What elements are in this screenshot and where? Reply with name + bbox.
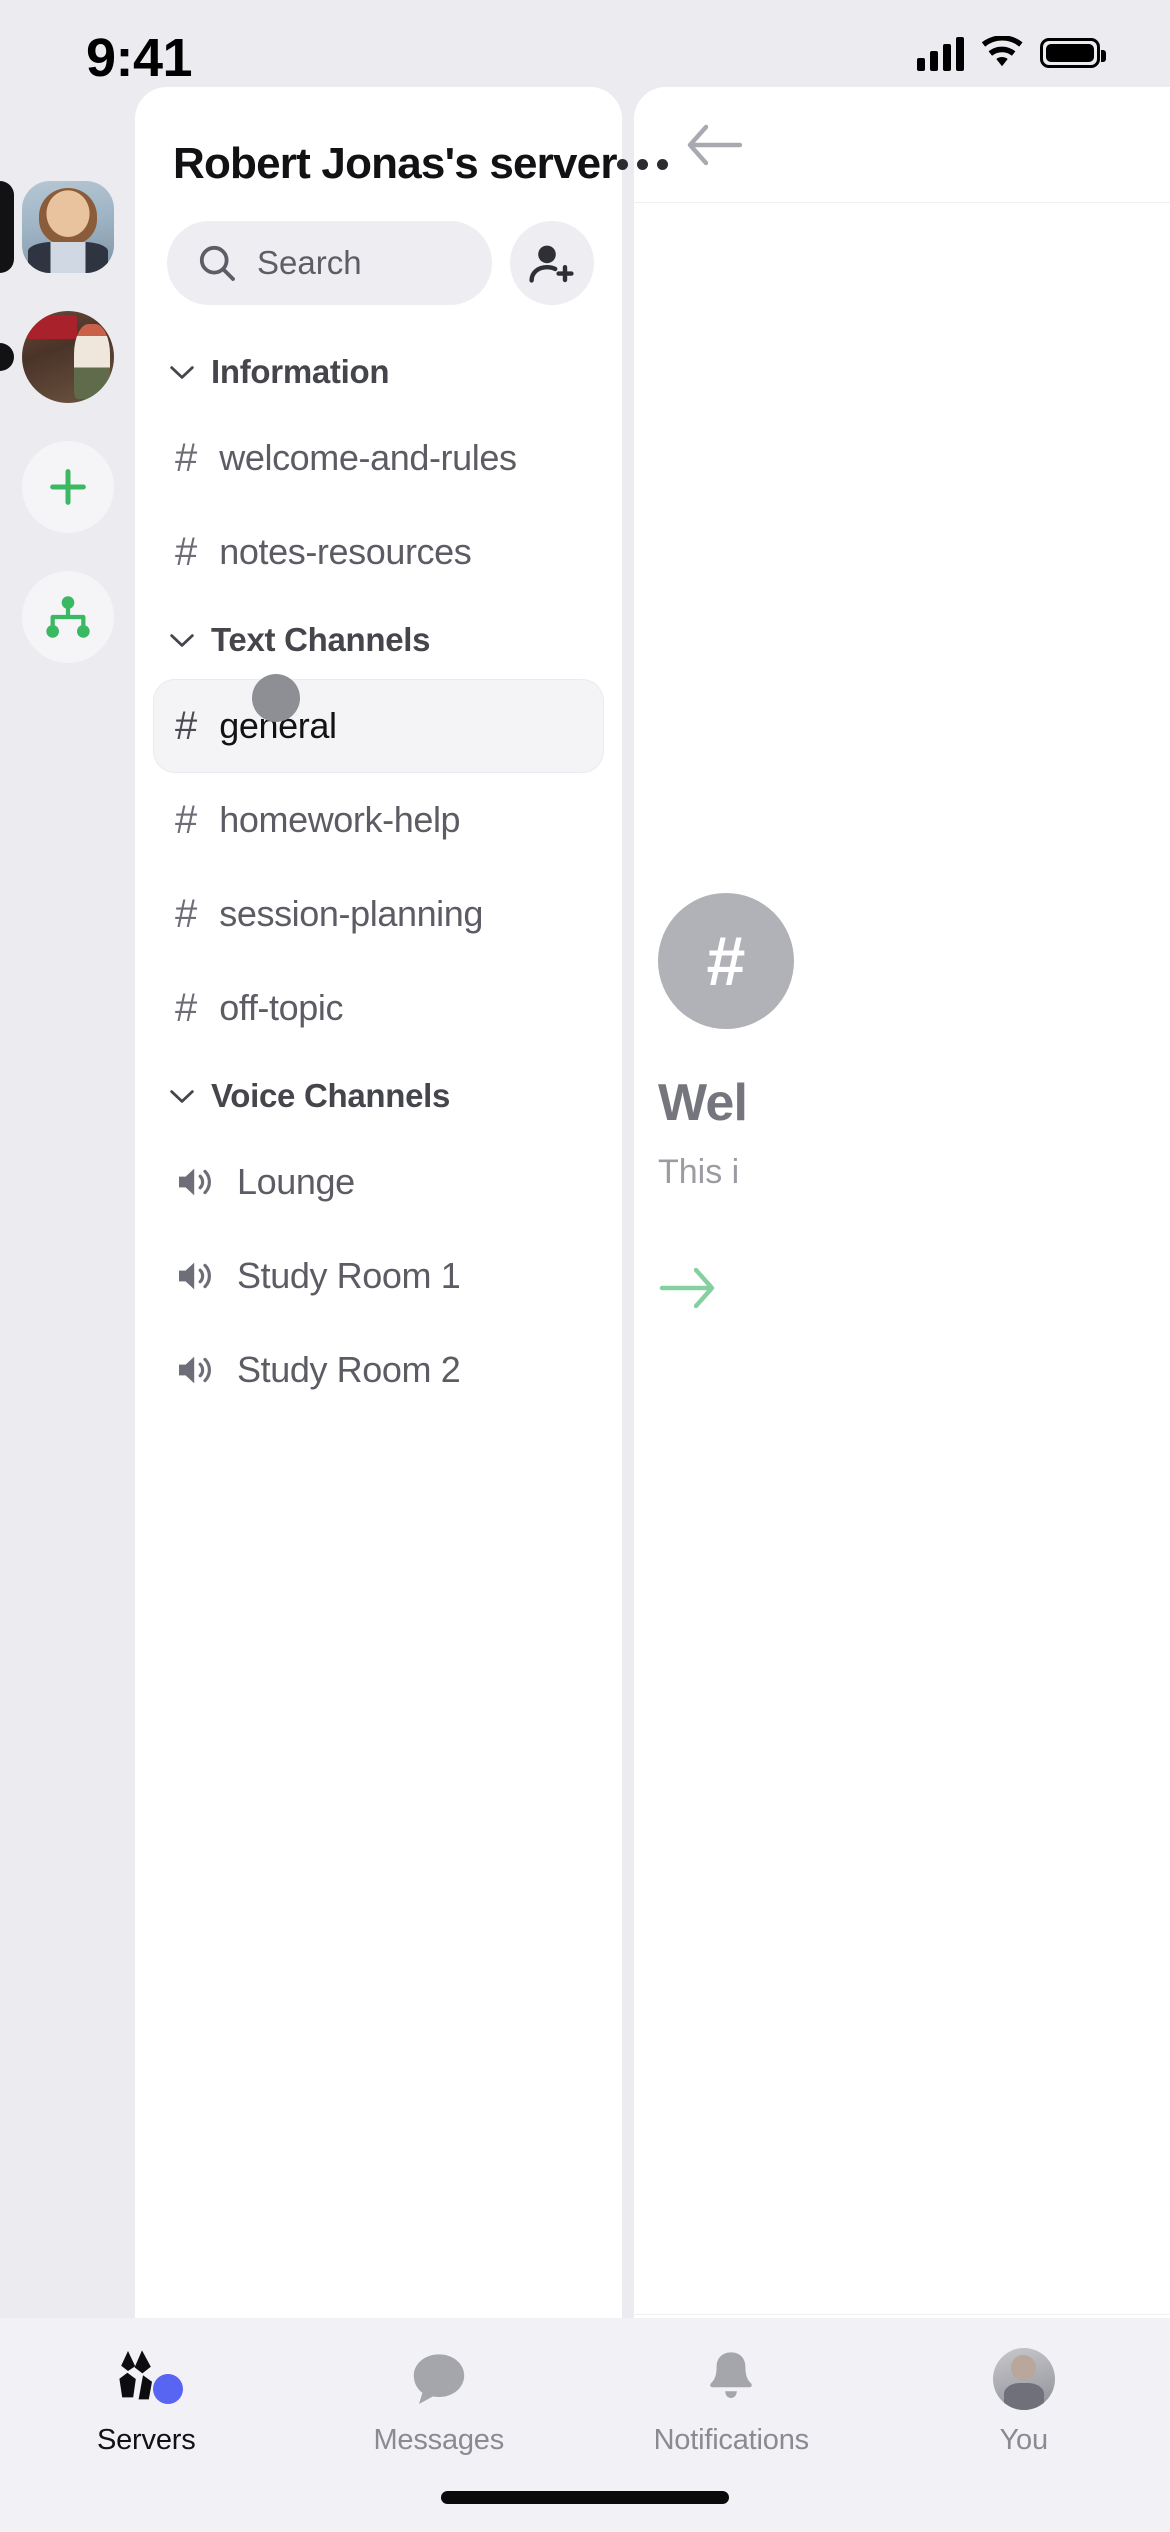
hash-icon: # xyxy=(175,530,198,574)
hash-icon: # xyxy=(175,892,198,936)
tab-servers[interactable]: Servers xyxy=(0,2336,293,2457)
tab-label: Servers xyxy=(96,2424,196,2456)
channel-name: homework-help xyxy=(219,799,461,840)
channel-name: welcome-and-rules xyxy=(219,437,517,478)
tab-icon xyxy=(113,2336,184,2410)
channel-preview-panel: # Wel This i xyxy=(634,87,1170,2418)
chevron-down-icon xyxy=(170,1089,194,1103)
avatar xyxy=(22,311,114,403)
hash-icon: # xyxy=(658,893,794,1029)
hash-icon: # xyxy=(175,704,198,748)
bottom-tab-bar: Servers Messages Notifications You xyxy=(0,2318,1170,2532)
tab-you[interactable]: You xyxy=(878,2336,1170,2457)
channel-category-header[interactable]: Voice Channels xyxy=(135,1055,622,1135)
hash-icon: # xyxy=(175,986,198,1030)
add-server-button[interactable] xyxy=(0,422,135,552)
channel-item-off-topic[interactable]: # off-topic xyxy=(153,961,604,1055)
tab-messages[interactable]: Messages xyxy=(293,2336,586,2457)
unread-server-indicator xyxy=(0,343,14,371)
channel-category-header[interactable]: Text Channels xyxy=(135,599,622,679)
message-bubble-icon xyxy=(413,2354,464,2404)
channel-category-header[interactable]: Information xyxy=(135,331,622,411)
channel-item-study-room-1[interactable]: Study Room 1 xyxy=(153,1229,604,1323)
hierarchy-tree-icon xyxy=(46,596,90,638)
search-row: Search xyxy=(135,189,622,305)
tab-label: You xyxy=(999,2424,1049,2456)
tab-notifications[interactable]: Notifications xyxy=(585,2336,878,2457)
channel-category-label: Voice Channels xyxy=(211,1077,451,1114)
chevron-down-icon xyxy=(170,365,194,379)
channel-item-lounge[interactable]: Lounge xyxy=(153,1135,604,1229)
battery-full-icon xyxy=(1040,38,1106,68)
search-icon xyxy=(199,245,235,281)
tab-icon xyxy=(408,2336,470,2410)
channel-item-homework-help[interactable]: # homework-help xyxy=(153,773,604,867)
arrow-right-icon xyxy=(659,1267,715,1309)
sidebar-item-server-1[interactable] xyxy=(0,162,135,292)
active-server-indicator xyxy=(0,181,14,273)
profile-avatar-icon xyxy=(992,2348,1055,2410)
phone-screen: 9:41 # Wel This i Robert Jonas's server … xyxy=(0,0,1170,2532)
status-indicators xyxy=(917,35,1106,71)
add-person-button[interactable] xyxy=(510,221,594,305)
tab-icon xyxy=(992,2336,1055,2410)
peek-title: Wel xyxy=(658,1074,748,1132)
hash-glyph: # xyxy=(706,922,746,1000)
plus-icon xyxy=(50,469,86,505)
channel-name: Lounge xyxy=(237,1161,355,1202)
peek-subtitle: This i xyxy=(658,1153,740,1191)
channel-name: session-planning xyxy=(219,893,484,934)
search-input[interactable]: Search xyxy=(167,221,492,305)
peek-header xyxy=(634,87,1170,203)
channel-item-notes-resources[interactable]: # notes-resources xyxy=(153,505,604,599)
channel-item-welcome-and-rules[interactable]: # welcome-and-rules xyxy=(153,411,604,505)
channel-name: off-topic xyxy=(219,987,344,1028)
wifi-icon xyxy=(981,36,1023,67)
speaker-icon xyxy=(179,1168,211,1196)
search-placeholder: Search xyxy=(257,244,362,281)
tab-icon xyxy=(702,2336,760,2410)
sidebar-item-server-2[interactable] xyxy=(0,292,135,422)
server-rail xyxy=(0,162,135,682)
add-person-icon xyxy=(529,245,574,283)
status-time: 9:41 xyxy=(86,28,193,88)
tab-label: Notifications xyxy=(653,2424,810,2456)
bell-icon xyxy=(710,2352,753,2398)
speaker-icon xyxy=(179,1356,211,1384)
peek-forward-button[interactable] xyxy=(658,1266,1170,1315)
explore-servers-button[interactable] xyxy=(0,552,135,682)
page-title: Robert Jonas's server xyxy=(173,139,617,188)
channel-sidebar-panel: Robert Jonas's server Search Information… xyxy=(135,87,668,2418)
tab-label: Messages xyxy=(373,2424,505,2456)
channel-name: notes-resources xyxy=(219,531,472,572)
panel-header: Robert Jonas's server xyxy=(135,87,668,189)
channel-category-label: Text Channels xyxy=(211,621,431,658)
hash-icon: # xyxy=(175,436,198,480)
channel-item-session-planning[interactable]: # session-planning xyxy=(153,867,604,961)
chevron-down-icon xyxy=(170,633,194,647)
channel-item-study-room-2[interactable]: Study Room 2 xyxy=(153,1323,604,1417)
home-indicator xyxy=(441,2491,729,2504)
channel-list: Information # welcome-and-rules # notes-reso… xyxy=(135,331,622,1417)
touch-cursor xyxy=(252,674,300,722)
channel-item-general[interactable]: # general xyxy=(153,679,604,773)
avatar xyxy=(22,181,114,273)
channel-name: Study Room 1 xyxy=(237,1255,461,1296)
channel-name: Study Room 2 xyxy=(237,1349,461,1390)
peek-content: # Wel This i xyxy=(634,203,1170,1315)
channel-category-label: Information xyxy=(211,353,390,390)
hash-icon: # xyxy=(175,798,198,842)
cellular-bars-icon xyxy=(917,35,964,71)
server-options-button[interactable] xyxy=(616,158,674,170)
speaker-icon xyxy=(179,1262,211,1290)
back-arrow-icon[interactable] xyxy=(686,123,744,167)
